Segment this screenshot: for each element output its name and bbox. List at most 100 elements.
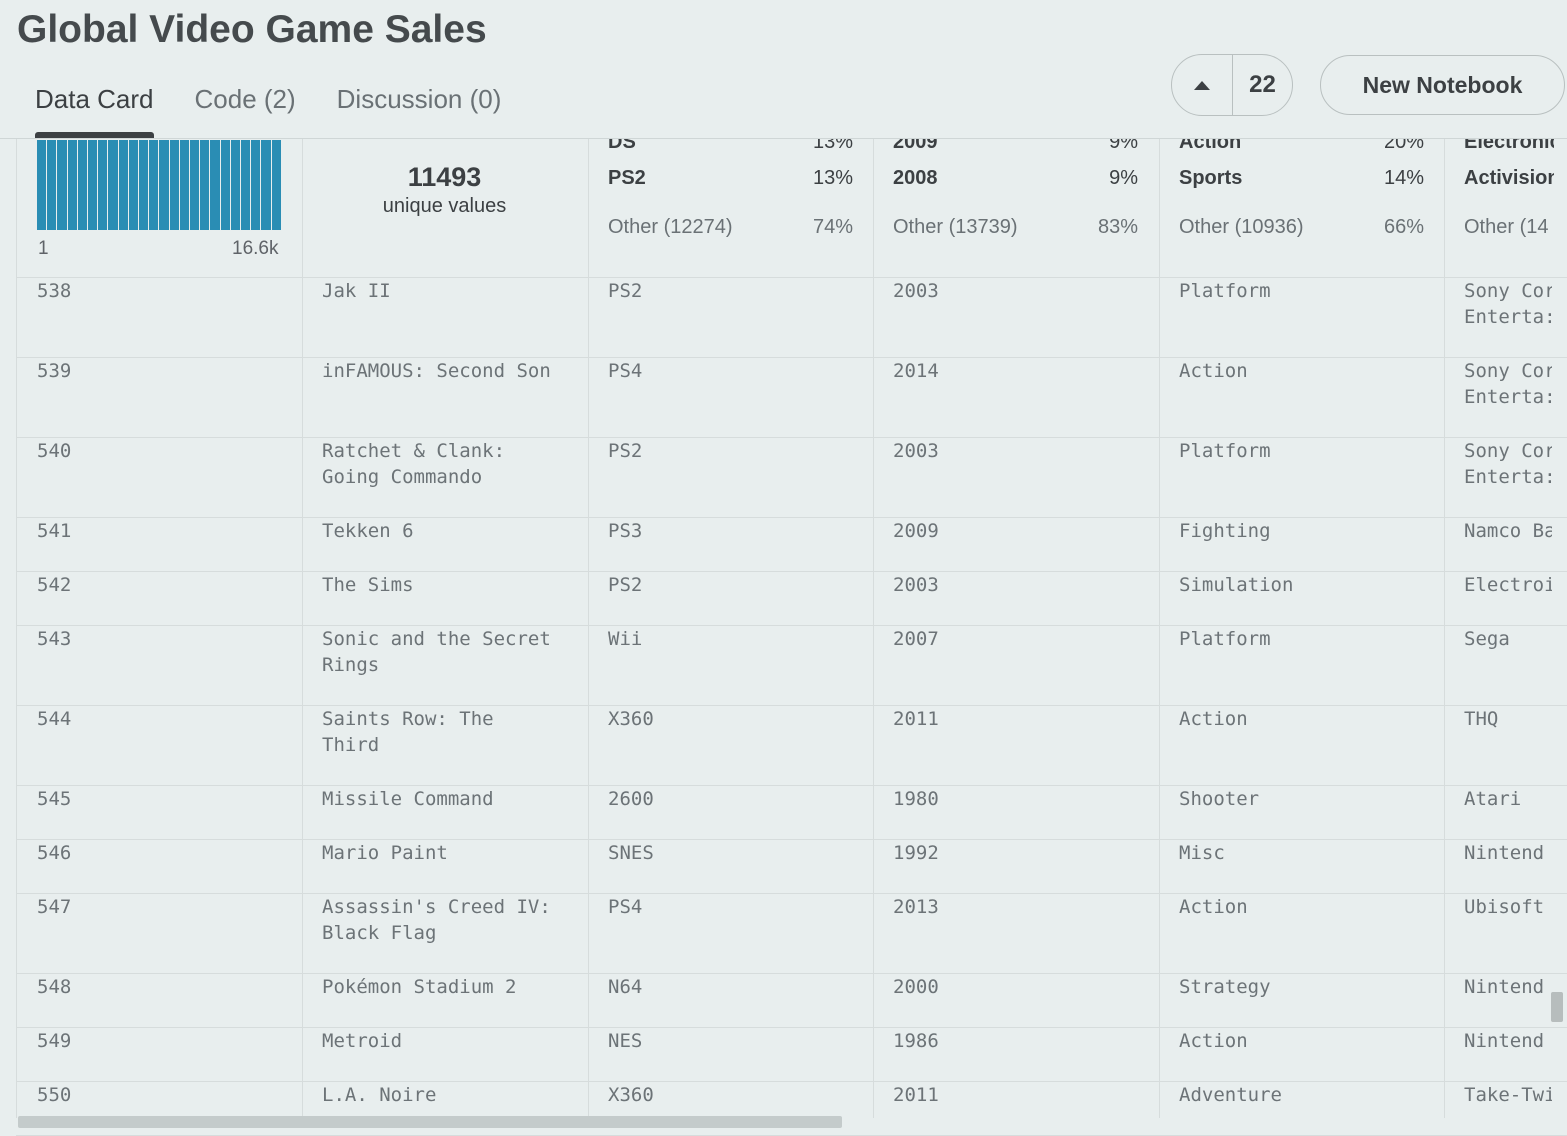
- year-cell: 1986: [893, 1030, 939, 1052]
- publisher-cell: Atari: [1464, 788, 1522, 810]
- platform-cell: X360: [608, 1084, 654, 1106]
- year-summary: 2009 9% 2008 9% Other (13739) 83%: [893, 138, 1138, 252]
- publisher-cell: Take-Twi: [1464, 1084, 1552, 1106]
- publisher-cell: Namco Ba: [1464, 520, 1552, 542]
- platform-cell: PS4: [608, 360, 643, 382]
- name-cell: Jak II: [322, 280, 391, 302]
- genre-cell: Simulation: [1179, 574, 1294, 596]
- platform-cell: N64: [608, 976, 643, 998]
- publisher-cell: Nintend: [1464, 842, 1545, 864]
- histogram-bar: [98, 140, 109, 230]
- unique-count: 11493: [407, 162, 482, 192]
- tab-bar: Data Card Code (2) Discussion (0): [35, 82, 542, 138]
- histogram-bar: [241, 140, 252, 230]
- genre-cell: Strategy: [1179, 976, 1271, 998]
- table-row[interactable]: 549 Metroid NES 1986 Action Nintend: [16, 1028, 1567, 1082]
- table-row[interactable]: 541 Tekken 6 PS3 2009 Fighting Namco Ba: [16, 518, 1567, 572]
- rank-cell: 549: [37, 1030, 72, 1052]
- genre-cell: Adventure: [1179, 1084, 1282, 1106]
- name-cell: The Sims: [322, 574, 414, 596]
- table-row[interactable]: 548 Pokémon Stadium 2 N64 2000 Strategy Ninte…: [16, 974, 1567, 1028]
- platform-cell: PS2: [608, 440, 643, 462]
- page-title: Global Video Game Sales: [17, 8, 487, 51]
- rank-cell: 539: [37, 360, 72, 382]
- name-cell: Sonic and the Secret Rings: [322, 628, 551, 676]
- table-row[interactable]: 543 Sonic and the Secret Rings Wii 2007 Plat…: [16, 626, 1567, 706]
- rank-cell: 550: [37, 1084, 72, 1106]
- summary-item: Other (10936) 66%: [1179, 216, 1424, 238]
- vertical-scrollbar[interactable]: [1551, 992, 1563, 1022]
- name-cell: inFAMOUS: Second Son: [322, 360, 551, 382]
- histogram-bar: [77, 140, 89, 230]
- summary-item: Sports 14%: [1179, 167, 1424, 189]
- name-cell: Saints Row: The Third: [322, 708, 494, 756]
- name-cell: Tekken 6: [322, 520, 414, 542]
- publisher-cell: Nintend: [1464, 1030, 1545, 1052]
- histogram-bar: [261, 140, 272, 230]
- table-row[interactable]: 542 The Sims PS2 2003 Simulation Electroi: [16, 572, 1567, 626]
- histogram-bar: [37, 140, 48, 230]
- new-notebook-button[interactable]: New Notebook: [1320, 55, 1565, 115]
- publisher-cell: Sony Cor Enterta:: [1464, 360, 1552, 408]
- genre-cell: Shooter: [1179, 788, 1260, 810]
- horizontal-scrollbar[interactable]: [18, 1116, 842, 1128]
- upvote-widget: 22: [1171, 54, 1293, 116]
- genre-cell: Platform: [1179, 628, 1271, 650]
- summary-item: 2008 9%: [893, 167, 1138, 189]
- summary-item: PS2 13%: [608, 167, 853, 189]
- histogram-bar: [190, 140, 201, 230]
- table-row[interactable]: 547 Assassin's Creed IV: Black Flag PS4 201…: [16, 894, 1567, 974]
- tab-discussion[interactable]: Discussion (0): [337, 82, 502, 137]
- table-row[interactable]: 540 Ratchet & Clank: Going Commando PS2 200…: [16, 438, 1567, 518]
- table-row[interactable]: 544 Saints Row: The Third X360 2011 Action TH…: [16, 706, 1567, 786]
- name-cell: Ratchet & Clank: Going Commando: [322, 440, 506, 488]
- name-cell: Assassin's Creed IV: Black Flag: [322, 896, 551, 944]
- histogram-bar: [200, 140, 211, 230]
- year-cell: 2003: [893, 440, 939, 462]
- platform-cell: 2600: [608, 788, 654, 810]
- rank-cell: 544: [37, 708, 72, 730]
- name-cell: L.A. Noire: [322, 1084, 437, 1106]
- histogram-bar: [149, 140, 160, 230]
- histogram-bar: [179, 140, 191, 230]
- summary-item: Electronic: [1464, 138, 1554, 153]
- summary-item: Other (13739) 83%: [893, 216, 1138, 238]
- genre-cell: Misc: [1179, 842, 1225, 864]
- table-row[interactable]: 545 Missile Command 2600 1980 Shooter Atari: [16, 786, 1567, 840]
- histogram-bar: [47, 140, 58, 230]
- histogram-bar: [210, 140, 221, 230]
- rank-cell: 540: [37, 440, 72, 462]
- publisher-cell: Nintend: [1464, 976, 1545, 998]
- rank-cell: 543: [37, 628, 72, 650]
- name-cell: Pokémon Stadium 2: [322, 976, 517, 998]
- upvote-button[interactable]: [1172, 55, 1233, 115]
- histogram-bar: [139, 140, 150, 230]
- name-cell: Mario Paint: [322, 842, 448, 864]
- platform-cell: Wii: [608, 628, 643, 650]
- year-cell: 2014: [893, 360, 939, 382]
- tab-code[interactable]: Code (2): [195, 82, 296, 137]
- tab-data-card[interactable]: Data Card: [35, 82, 154, 138]
- year-cell: 2007: [893, 628, 939, 650]
- table-row[interactable]: 539 inFAMOUS: Second Son PS4 2014 Action Sony…: [16, 358, 1567, 438]
- histogram-bar: [230, 140, 242, 230]
- genre-cell: Action: [1179, 1030, 1248, 1052]
- histogram-bar: [67, 140, 78, 230]
- platform-cell: PS2: [608, 574, 643, 596]
- publisher-cell: THQ: [1464, 708, 1499, 730]
- histogram-bar: [220, 140, 231, 230]
- unique-label: unique values: [382, 195, 507, 217]
- name-cell: Missile Command: [322, 788, 494, 810]
- histogram-bar: [57, 140, 68, 230]
- caret-up-icon: [1194, 80, 1210, 90]
- genre-cell: Action: [1179, 360, 1248, 382]
- publisher-summary: Electronic Activision Other (14: [1464, 138, 1554, 252]
- table-row[interactable]: 546 Mario Paint SNES 1992 Misc Nintend: [16, 840, 1567, 894]
- platform-summary: DS 13% PS2 13% Other (12274) 74%: [608, 138, 853, 252]
- summary-item: Other (12274) 74%: [608, 216, 853, 238]
- table-row[interactable]: 538 Jak II PS2 2003 Platform Sony Cor Enterta…: [16, 278, 1567, 358]
- genre-cell: Action: [1179, 896, 1248, 918]
- platform-cell: PS3: [608, 520, 643, 542]
- rank-cell: 548: [37, 976, 72, 998]
- platform-cell: NES: [608, 1030, 643, 1052]
